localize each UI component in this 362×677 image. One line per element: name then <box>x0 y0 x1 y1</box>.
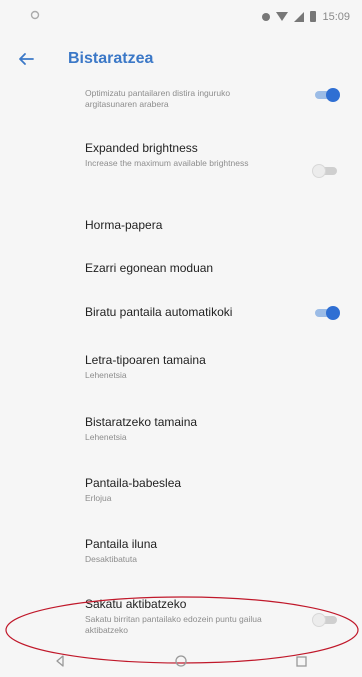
font-size-summary: Lehenetsia <box>85 370 127 380</box>
dark-screen-summary: Desaktibatuta <box>85 554 137 564</box>
auto-rotate-toggle[interactable] <box>312 306 340 320</box>
nav-home-button[interactable] <box>161 645 201 677</box>
arrow-left-icon <box>19 53 34 65</box>
status-time: 15:09 <box>322 10 350 23</box>
wallpaper-title: Horma-papera <box>85 218 163 232</box>
nav-back-button[interactable] <box>40 645 80 677</box>
back-button[interactable] <box>0 33 52 85</box>
font-size-title: Letra-tipoaren tamaina <box>85 353 206 367</box>
tap-to-wake-summary: Sakatu birritan pantailako edozein puntu… <box>85 614 262 635</box>
adaptive-brightness-toggle[interactable] <box>312 88 340 102</box>
expanded-brightness-title: Expanded brightness <box>85 141 198 155</box>
setting-sleep-mode[interactable]: Ezarri egonean moduan <box>0 261 362 291</box>
expanded-brightness-summary: Increase the maximum available brightnes… <box>85 158 249 168</box>
tap-to-wake-toggle[interactable] <box>312 613 340 627</box>
dark-screen-title: Pantaila iluna <box>85 537 158 551</box>
status-bar: 15:09 <box>0 0 362 33</box>
screensaver-summary: Erlojua <box>85 493 112 503</box>
setting-screensaver[interactable]: Pantaila-babeslea Erlojua <box>0 476 362 516</box>
status-left <box>30 10 40 23</box>
nav-recents-button[interactable] <box>282 645 322 677</box>
sleep-mode-title: Ezarri egonean moduan <box>85 261 214 275</box>
signal-icon <box>294 11 305 22</box>
battery-icon <box>310 11 317 22</box>
setting-expanded-brightness[interactable]: Expanded brightness Increase the maximum… <box>0 141 362 191</box>
page-title: Bistaratzea <box>68 50 154 67</box>
display-size-title: Bistaratzeko tamaina <box>85 415 198 429</box>
setting-display-size[interactable]: Bistaratzeko tamaina Lehenetsia <box>0 415 362 455</box>
home-circle-icon <box>175 655 187 667</box>
setting-font-size[interactable]: Letra-tipoaren tamaina Lehenetsia <box>0 353 362 393</box>
notification-icon <box>30 10 40 23</box>
setting-wallpaper[interactable]: Horma-papera <box>0 218 362 248</box>
setting-adaptive-brightness[interactable]: Optimizatu pantailaren distira inguruko … <box>0 85 362 121</box>
setting-tap-to-wake[interactable]: Sakatu aktibatzeko Sakatu birritan panta… <box>0 597 362 647</box>
nav-bar <box>0 645 362 677</box>
setting-dark-screen[interactable]: Pantaila iluna Desaktibatuta <box>0 537 362 577</box>
setting-auto-rotate[interactable]: Biratu pantaila automatikoki <box>0 305 362 335</box>
screensaver-title: Pantaila-babeslea <box>85 476 182 490</box>
dnd-icon <box>262 12 271 21</box>
expanded-brightness-toggle[interactable] <box>312 164 340 178</box>
wifi-icon <box>276 12 289 21</box>
app-bar: Bistaratzea <box>0 33 362 85</box>
recents-square-icon <box>296 655 307 667</box>
tap-to-wake-title: Sakatu aktibatzeko <box>85 597 187 611</box>
status-right: 15:09 <box>262 11 350 23</box>
display-size-summary: Lehenetsia <box>85 432 127 442</box>
back-triangle-icon <box>56 655 64 667</box>
adaptive-brightness-summary: Optimizatu pantailaren distira inguruko … <box>85 88 231 109</box>
